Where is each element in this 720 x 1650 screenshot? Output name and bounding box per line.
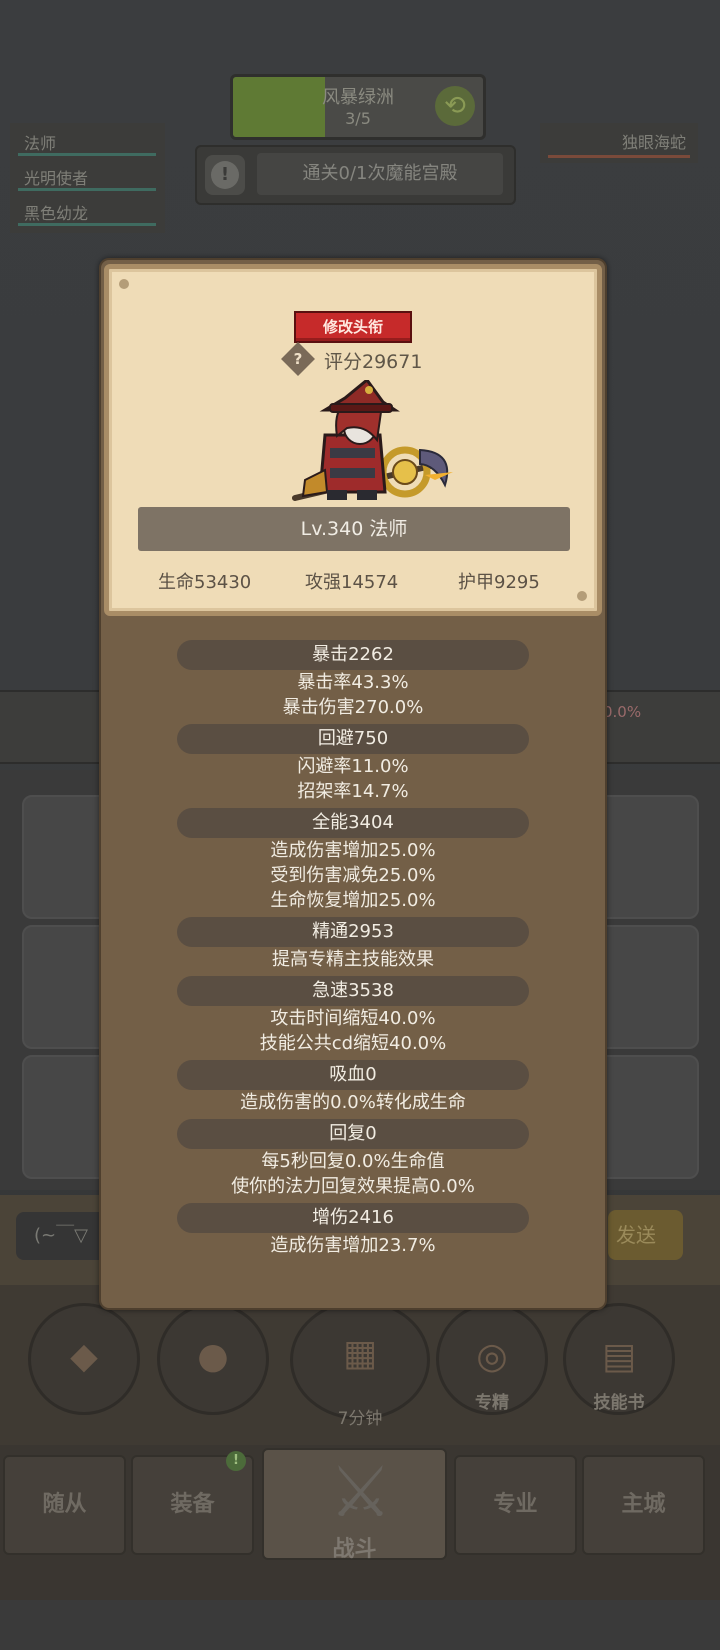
chest-timer: 7分钟 [337,1409,383,1429]
zone-progress[interactable]: 风暴绿洲 3/5 ⟲ [230,74,486,140]
card-corner-nail [577,591,587,601]
treasure-chest-icon: ▦ [342,1333,377,1374]
quest-bar[interactable]: ! 通关0/1次魔能宫殿 [195,145,516,205]
hp-stat: 生命53430 [158,572,252,593]
team-list: 法师 光明使者 黑色幼龙 [10,123,165,233]
stat-header-crit: 暴击2262 [177,640,529,670]
team-member-hp-bar [18,153,156,156]
team-member-name[interactable]: 法师 [24,130,56,154]
stat-detail-line: 每5秒回复0.0%生命值 [261,1151,445,1172]
treasure-chest-button[interactable]: ▦ [290,1300,430,1420]
stat-detail-line: 攻击时间缩短40.0% [270,1008,436,1029]
bread-icon: ● [197,1336,229,1377]
skillbook-button[interactable]: ▤ 技能书 [563,1303,675,1415]
stat-header-avoidance: 回避750 [177,724,529,754]
team-member-name[interactable]: 黑色幼龙 [24,200,88,224]
team-member-name[interactable]: 光明使者 [24,165,88,189]
stat-header-mastery: 精通2953 [177,917,529,947]
stats-list: 暴击2262 暴击率43.3% 暴击伤害270.0% 回避750 闪避率11.0… [99,640,607,1258]
notification-badge: ! [226,1451,246,1471]
specialize-button[interactable]: ◎ 专精 [436,1303,548,1415]
chat-input[interactable]: (~￣▽ [16,1212,111,1260]
mage-character-portrait [285,377,460,515]
edit-title-button[interactable]: 修改头衔 [294,311,412,343]
attack-power-stat: 攻强14574 [305,572,399,593]
enemy-hp-bar [548,155,690,158]
enemy-panel[interactable]: 独眼海蛇 [540,123,698,163]
tab-equipment[interactable]: 装备 ! [131,1451,254,1555]
stat-detail-line: 造成伤害增加25.0% [270,840,436,861]
stat-detail-line: 招架率14.7% [297,781,409,802]
stat-header-regen: 回复0 [177,1119,529,1149]
stat-header-lifesteal: 吸血0 [177,1060,529,1090]
potion-icon: ◆ [70,1336,98,1377]
tab-equipment-label: 装备 [170,1492,215,1517]
tab-followers[interactable]: 随从 [3,1455,126,1555]
potion-button[interactable]: ◆ [28,1303,140,1415]
send-button[interactable]: 发送 [608,1210,683,1260]
armor-stat: 护甲9295 [458,572,540,593]
help-icon-glyph: ? [293,350,303,368]
background-percent: 0.0% [603,703,642,721]
card-corner-nail [119,279,129,289]
tab-profession[interactable]: 专业 [454,1455,577,1555]
stat-detail-line: 造成伤害增加23.7% [270,1235,436,1256]
stat-detail-line: 闪避率11.0% [297,756,409,777]
level-class-banner: Lv.340 法师 [138,507,570,551]
skillbook-icon: ▤ [601,1336,636,1377]
specialize-icon: ◎ [476,1336,508,1377]
stat-detail-line: 技能公共cd缩短40.0% [259,1033,447,1054]
stat-detail-line: 提高专精主技能效果 [272,949,434,970]
refresh-icon[interactable]: ⟲ [435,86,475,126]
stat-detail-line: 生命恢复增加25.0% [270,890,436,911]
crossed-swords-icon: ⚔ [329,1451,392,1533]
specialize-label: 专精 [475,1393,509,1413]
stat-detail-line: 造成伤害的0.0%转化成生命 [240,1092,466,1113]
stat-detail-line: 使你的法力回复效果提高0.0% [231,1176,475,1197]
alert-icon: ! [205,155,245,195]
team-member-hp-bar [18,188,156,191]
help-icon[interactable]: ? [281,342,315,376]
score-text: 评分29671 [324,351,423,373]
team-member-hp-bar [18,223,156,226]
bread-button[interactable]: ● [157,1303,269,1415]
stat-detail-line: 暴击伤害270.0% [282,697,424,718]
stat-detail-line: 受到伤害减免25.0% [270,865,436,886]
quest-text: 通关0/1次魔能宫殿 [257,153,503,195]
stat-header-damage-increase: 增伤2416 [177,1203,529,1233]
stat-detail-line: 暴击率43.3% [297,672,409,693]
skillbook-label: 技能书 [593,1393,645,1413]
stat-header-haste: 急速3538 [177,976,529,1006]
stat-header-versatility: 全能3404 [177,808,529,838]
tab-main-city[interactable]: 主城 [582,1455,705,1555]
enemy-name: 独眼海蛇 [621,133,686,152]
